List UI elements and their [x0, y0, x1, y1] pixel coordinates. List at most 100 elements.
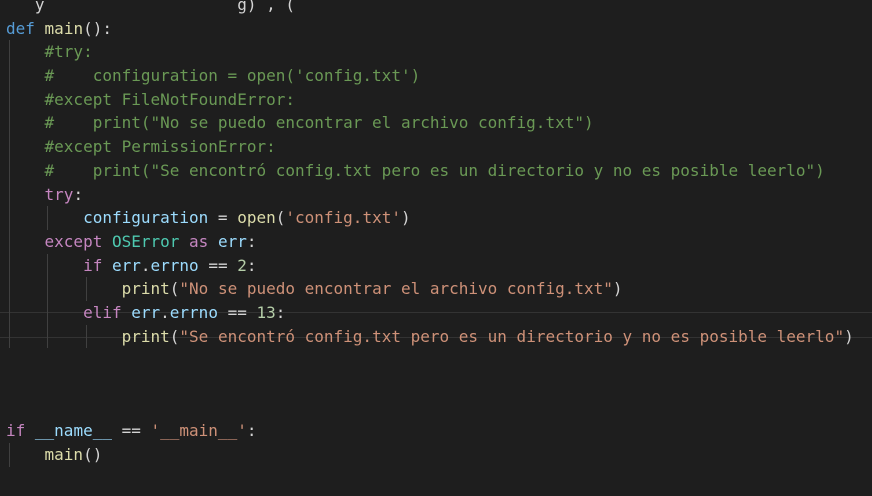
code-line[interactable]: try:	[6, 182, 854, 207]
code-line[interactable]: configuration = open('config.txt')	[6, 206, 854, 230]
code-token: "No se puedo encontrar el archivo config…	[179, 279, 613, 299]
code-token: :	[246, 255, 257, 275]
code-token: "Se encontró config.txt pero es un direc…	[179, 326, 845, 346]
code-token: def	[6, 18, 35, 38]
code-token: # configuration = open('config.txt')	[44, 66, 421, 86]
indent-guide	[47, 277, 49, 301]
code-token: :	[246, 231, 257, 251]
code-token: (	[169, 279, 180, 299]
code-line[interactable]: main()	[6, 443, 854, 467]
indent-guide	[85, 324, 87, 349]
indent-guide	[47, 324, 49, 349]
code-line[interactable]: print("No se puedo encontrar el archivo …	[6, 277, 854, 301]
code-line[interactable]	[6, 348, 854, 372]
code-editor[interactable]: y g) , (def main(): #try: # configuratio…	[0, 0, 872, 496]
code-token: =	[208, 208, 238, 228]
indent-guide	[9, 253, 10, 278]
code-token: ==	[111, 421, 151, 441]
code-line[interactable]: #except PermissionError:	[6, 135, 854, 159]
indent-guide	[9, 111, 10, 136]
indent-guide	[9, 135, 10, 159]
indent-guide	[85, 277, 87, 301]
code-line[interactable]: if __name__ == '__main__':	[6, 419, 854, 443]
code-line[interactable]: # print("No se puedo encontrar el archiv…	[6, 111, 854, 136]
code-token: )	[612, 279, 623, 299]
code-line[interactable]	[6, 396, 854, 420]
indent-guide	[47, 300, 49, 325]
code-token: ==	[198, 255, 238, 275]
code-token: 'config.txt'	[285, 208, 401, 228]
code-token: .	[140, 255, 151, 275]
code-lines[interactable]: y g) , (def main(): #try: # configuratio…	[6, 0, 854, 467]
indent-guide	[9, 300, 10, 325]
code-token: :	[275, 302, 286, 322]
code-token: OSError	[111, 231, 180, 251]
code-token: print	[121, 326, 170, 346]
code-token: )	[844, 326, 854, 346]
code-token: err	[217, 231, 247, 251]
code-line[interactable]: y g) , (	[6, 0, 854, 17]
code-token: )	[400, 208, 411, 228]
code-token: y g) , (	[6, 0, 295, 14]
code-token: .	[160, 302, 170, 322]
code-token: configuration	[83, 208, 209, 228]
code-token: if	[83, 255, 103, 275]
code-token: main	[44, 445, 84, 465]
code-token: as	[189, 231, 209, 251]
code-line[interactable]	[6, 372, 854, 396]
code-token: #try:	[44, 42, 93, 62]
code-line[interactable]: if err.errno == 2:	[6, 253, 854, 278]
code-line[interactable]: # print("Se encontró config.txt pero es …	[6, 158, 854, 183]
code-token: errno	[150, 255, 199, 275]
code-token: :	[73, 184, 84, 204]
code-token: (	[275, 208, 286, 228]
code-line[interactable]: # configuration = open('config.txt')	[6, 64, 854, 88]
code-token: ()	[83, 445, 103, 465]
code-token: # print("Se encontró config.txt pero es …	[44, 160, 825, 180]
code-token: :	[246, 421, 257, 441]
code-line[interactable]: elif err.errno == 13:	[6, 300, 854, 325]
code-token: main	[44, 18, 84, 38]
code-token: print	[121, 279, 170, 299]
indent-guide	[9, 87, 10, 112]
code-token: if	[6, 421, 26, 441]
code-token: 13	[256, 302, 276, 322]
code-token: #except FileNotFoundError:	[44, 89, 295, 109]
code-line[interactable]: except OSError as err:	[6, 229, 854, 254]
code-line[interactable]: #try:	[6, 40, 854, 65]
indent-guide	[9, 229, 10, 254]
code-token: #except PermissionError:	[44, 137, 276, 157]
code-token: (	[169, 326, 180, 346]
code-token: ==	[217, 302, 257, 322]
indent-guide	[9, 64, 10, 88]
indent-guide	[9, 182, 10, 207]
indent-guide	[9, 158, 10, 183]
code-line[interactable]: #except FileNotFoundError:	[6, 87, 854, 112]
code-line[interactable]: print("Se encontró config.txt pero es un…	[6, 324, 854, 349]
indent-guide	[47, 253, 49, 278]
code-line[interactable]: def main():	[6, 17, 854, 41]
code-token: __name__	[34, 421, 112, 441]
indent-guide	[9, 40, 10, 65]
indent-guide	[9, 324, 10, 349]
code-token: err	[131, 302, 161, 322]
